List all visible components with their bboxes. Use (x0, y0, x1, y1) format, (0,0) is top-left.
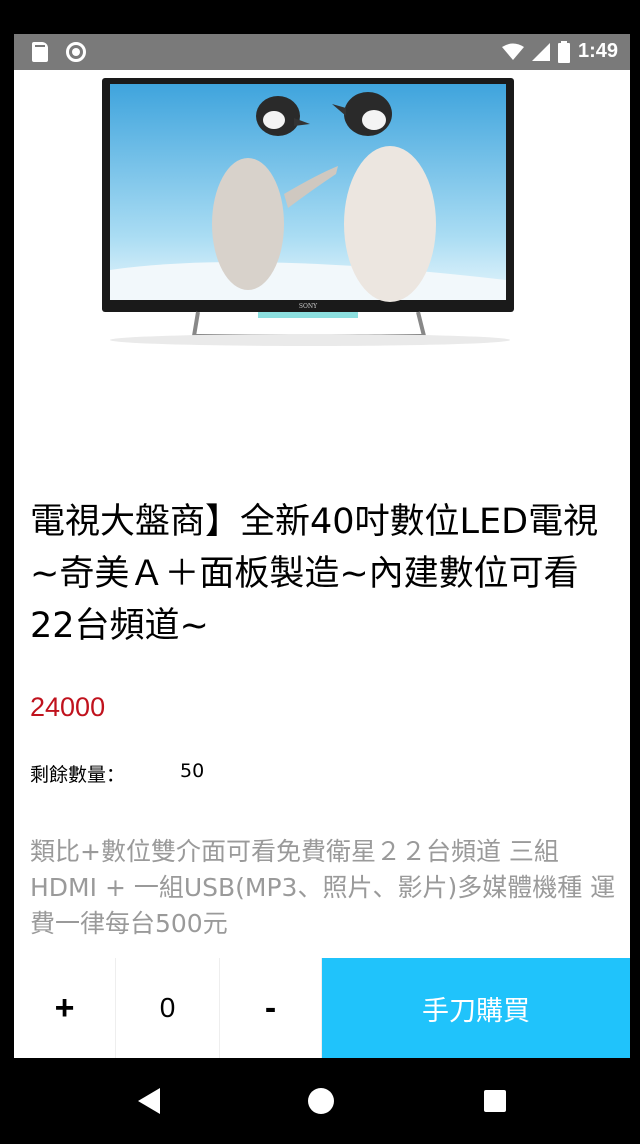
stock-row: 剩餘數量： 50 (30, 760, 204, 787)
stock-label: 剩餘數量： (30, 764, 126, 786)
battery-icon (557, 40, 570, 63)
wifi-icon (501, 43, 524, 60)
home-icon[interactable] (308, 1088, 334, 1114)
increase-quantity-button[interactable]: + (14, 958, 116, 1058)
recent-apps-icon[interactable] (484, 1090, 506, 1112)
product-description: 類比+數位雙介面可看免費衛星２２台頻道 三組HDMI + 一組USB(MP3、照… (30, 837, 616, 938)
product-image: SONY (102, 78, 514, 346)
back-icon[interactable] (138, 1088, 160, 1114)
status-right-icons: 1:49 (501, 40, 618, 63)
product-title: 電視大盤商】全新40吋數位LED電視 ~奇美Ａ＋面板製造~內建數位可看22台頻道… (30, 502, 599, 646)
device-frame: 1:49 SONY 電視大盤商】全新40吋數位LED電視 ~奇美Ａ＋面板製造~內… (0, 0, 640, 1144)
quantity-value[interactable]: 0 (116, 958, 220, 1058)
buy-button[interactable]: 手刀購買 (322, 958, 630, 1058)
product-price: 24000 (30, 692, 106, 722)
app-screen: 1:49 SONY 電視大盤商】全新40吋數位LED電視 ~奇美Ａ＋面板製造~內… (14, 34, 630, 1058)
decrease-quantity-button[interactable]: - (220, 958, 322, 1058)
stock-value: 50 (180, 760, 205, 782)
status-time: 1:49 (577, 40, 618, 62)
sd-card-icon (32, 42, 48, 62)
signal-icon (531, 42, 550, 61)
status-bar: 1:49 (14, 34, 630, 70)
status-left-icons (32, 42, 86, 62)
brand-text: SONY (299, 303, 318, 310)
purchase-bar: + 0 - 手刀購買 (14, 958, 630, 1058)
system-nav-bar (0, 1058, 640, 1144)
record-icon (66, 42, 86, 62)
